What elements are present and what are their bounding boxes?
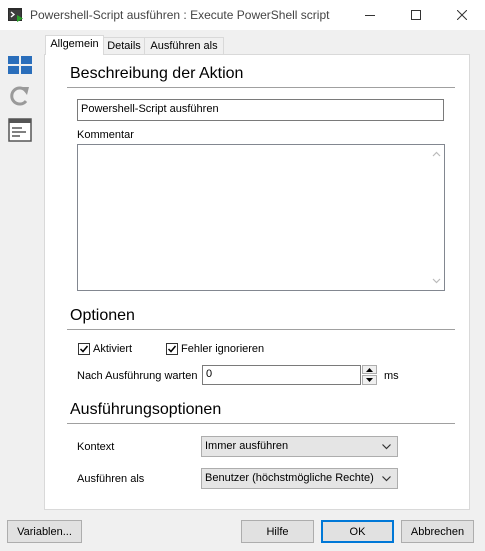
list-view-icon[interactable] [8, 118, 32, 142]
description-section-title: Beschreibung der Aktion [70, 65, 244, 82]
section-divider [67, 329, 455, 330]
activated-label: Aktiviert [93, 343, 133, 355]
exec-options-section-title: Ausführungsoptionen [70, 401, 222, 418]
checkmark-icon [167, 345, 177, 353]
options-section-title: Optionen [70, 307, 135, 324]
wait-unit-label: ms [384, 370, 399, 382]
wait-ms-input[interactable]: 0 [202, 365, 361, 385]
context-select[interactable]: Immer ausführen [201, 436, 398, 457]
comment-scrollbar[interactable] [429, 145, 444, 290]
close-icon [457, 10, 467, 20]
tab-ausfuehren-als[interactable]: Ausführen als [144, 37, 224, 54]
wait-label: Nach Ausführung warten [77, 370, 198, 382]
tab-allgemein[interactable]: Allgemein [45, 35, 104, 55]
run-as-label: Ausführen als [77, 473, 145, 485]
checkmark-icon [79, 345, 89, 353]
chevron-down-icon [382, 444, 391, 450]
run-as-select-value: Benutzer (höchstmögliche Rechte) [205, 472, 374, 484]
context-label: Kontext [77, 441, 115, 453]
help-button[interactable]: Hilfe [241, 520, 314, 543]
context-select-value: Immer ausführen [205, 440, 289, 452]
comment-label: Kommentar [77, 129, 134, 141]
spin-up-icon [366, 367, 373, 372]
section-divider [67, 87, 455, 88]
cancel-button[interactable]: Abbrechen [401, 520, 474, 543]
maximize-icon [411, 10, 421, 20]
action-name-input[interactable]: Powershell-Script ausführen [77, 99, 444, 121]
spin-up-button[interactable] [362, 365, 377, 374]
maximize-button[interactable] [393, 0, 439, 30]
powershell-app-icon [8, 8, 23, 22]
section-divider [67, 423, 455, 424]
left-toolbar [0, 30, 40, 510]
activated-checkbox[interactable] [78, 343, 90, 355]
refresh-icon[interactable] [8, 84, 32, 108]
tab-content-panel: Beschreibung der Aktion Powershell-Scrip… [44, 54, 470, 510]
spin-down-button[interactable] [362, 375, 377, 385]
layout-grid-icon[interactable] [8, 54, 32, 78]
ignore-errors-checkbox[interactable] [166, 343, 178, 355]
minimize-button[interactable] [347, 0, 393, 30]
spin-down-icon [366, 378, 373, 382]
title-bar: Powershell-Script ausführen : Execute Po… [0, 0, 485, 30]
comment-textarea[interactable] [77, 144, 445, 291]
scroll-down-icon[interactable] [432, 276, 441, 285]
ok-button[interactable]: OK [321, 520, 394, 543]
minimize-icon [365, 15, 375, 16]
variables-button[interactable]: Variablen... [7, 520, 82, 543]
window-title: Powershell-Script ausführen : Execute Po… [30, 8, 330, 22]
ignore-errors-label: Fehler ignorieren [181, 343, 265, 355]
tab-details[interactable]: Details [102, 37, 146, 54]
close-button[interactable] [439, 0, 485, 30]
run-as-select[interactable]: Benutzer (höchstmögliche Rechte) [201, 468, 398, 489]
scroll-up-icon[interactable] [432, 150, 441, 159]
chevron-down-icon [382, 476, 391, 482]
